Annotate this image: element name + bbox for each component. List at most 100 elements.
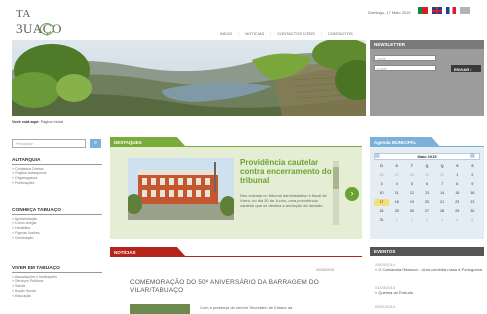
featured-title[interactable]: Providência cautelar contra encerramento…	[240, 158, 332, 185]
sidebar-section-title: AUTARQUIA	[12, 158, 102, 165]
calendar-day[interactable]: 28	[435, 208, 450, 215]
calendar-day[interactable]: 1	[450, 172, 465, 179]
next-arrow-icon[interactable]: ›	[345, 187, 359, 201]
calendar-day[interactable]: 20	[419, 199, 434, 206]
divider	[110, 256, 362, 257]
calendar-day[interactable]: 6	[465, 217, 480, 224]
newsletter-name-input[interactable]: nome	[374, 55, 436, 61]
calendar-day[interactable]: 2	[404, 217, 419, 224]
calendar-day[interactable]: 4	[435, 217, 450, 224]
sidebar-section-autarquia: AUTARQUIA » Contactos Diretos » Órgãos A…	[12, 158, 102, 186]
nav-contactos-uteis[interactable]: CONTACTOS ÚTEIS	[277, 31, 315, 36]
sidebar-link[interactable]: » Publicações	[12, 181, 102, 186]
current-date: Domingo, 17 Maio 2015	[368, 10, 411, 15]
site-logo[interactable]: TA 3UAÇO	[16, 8, 66, 36]
calendar-day[interactable]: 9	[465, 181, 480, 188]
news-body: Com a presença do senhor Secretário de E…	[200, 305, 293, 310]
scrollbar-thumb[interactable]	[333, 167, 339, 189]
calendar-day[interactable]: 1	[389, 217, 404, 224]
sidebar-section-conheca: CONHEÇA TABUAÇO » Apresentação » Como ch…	[12, 208, 102, 240]
calendar-weekday: T	[410, 164, 413, 168]
calendar-day[interactable]: 23	[465, 199, 480, 206]
calendar-grid: D S T Q Q S S 26 27 28 29 30 1 2 3 4 5 6 7 8 9 10 11 12 13 14 15 16…	[374, 163, 480, 224]
search-icon[interactable]: ⌕	[90, 139, 101, 148]
calendar-day[interactable]: 25	[389, 208, 404, 215]
calendar-prev-icon[interactable]: ▤	[375, 153, 380, 159]
calendar-day[interactable]: 26	[404, 208, 419, 215]
newsletter-submit-button[interactable]: ENVIAR ›	[451, 65, 481, 72]
newsletter-box: NEWSLETTER nome e-mail ENVIAR ›	[370, 40, 484, 116]
calendar-day[interactable]: 4	[389, 181, 404, 188]
calendar-day[interactable]: 30	[435, 172, 450, 179]
calendar-day[interactable]: 29	[419, 172, 434, 179]
calendar-weekday: Q	[425, 164, 429, 168]
news-thumbnail[interactable]	[130, 304, 190, 314]
calendar-day[interactable]: 24	[374, 208, 389, 215]
calendar-day[interactable]: 22	[450, 199, 465, 206]
calendar-day[interactable]: 19	[404, 199, 419, 206]
top-nav: INÍCIO | NOTÍCIAS | CONTACTOS ÚTEIS | CONTA…	[220, 30, 366, 36]
calendar-weekday: S	[456, 164, 459, 168]
nav-noticias[interactable]: NOTÍCIAS	[245, 31, 264, 36]
calendar-weekday: Q	[440, 164, 444, 168]
newsletter-title: NEWSLETTER	[370, 40, 484, 49]
breadcrumb: Você está aqui: Página Inicial	[12, 120, 63, 124]
sidebar-section-title: CONHEÇA TABUAÇO	[12, 208, 102, 215]
event-item[interactable]: 09/01/2014	[375, 304, 483, 309]
flag-other-icon[interactable]	[460, 7, 470, 14]
event-date: 09/01/2014	[375, 304, 396, 309]
calendar-day[interactable]: 10	[374, 190, 389, 197]
flag-fr-icon[interactable]	[446, 7, 456, 14]
calendar-day[interactable]: 21	[435, 199, 450, 206]
search-input[interactable]: Pesquisar	[12, 139, 86, 148]
nav-separator: |	[320, 30, 322, 36]
calendar-day[interactable]: 26	[374, 172, 389, 179]
calendar-day[interactable]: 28	[404, 172, 419, 179]
newsletter-email-input[interactable]: e-mail	[374, 65, 436, 71]
newsletter-submit-label: ENVIAR	[454, 66, 470, 72]
calendar-day[interactable]: 12	[404, 190, 419, 197]
calendar-day[interactable]: 17	[374, 199, 390, 206]
breadcrumb-page[interactable]: Página Inicial	[41, 120, 64, 124]
calendar-day[interactable]: 3	[374, 181, 389, 188]
calendar-day[interactable]: 11	[389, 190, 404, 197]
calendar-day[interactable]: 27	[389, 172, 404, 179]
calendar-day[interactable]: 5	[404, 181, 419, 188]
flag-pt-icon[interactable]	[418, 7, 428, 14]
calendar-day[interactable]: 15	[450, 190, 465, 197]
events-title: EVENTOS	[370, 247, 484, 256]
event-item[interactable]: 29/03/2014 » O Camarada Hitasson - Uma c…	[375, 262, 483, 272]
calendar-day[interactable]: 2	[465, 172, 480, 179]
calendar-day[interactable]: 7	[435, 181, 450, 188]
calendar-day[interactable]: 6	[419, 181, 434, 188]
featured-scrollbar[interactable]	[333, 161, 339, 225]
flag-uk-icon[interactable]	[432, 7, 442, 14]
event-text[interactable]: » Queima do Entrudo	[375, 290, 483, 295]
calendar-next-icon[interactable]: ▤	[470, 153, 475, 159]
calendar-month: Maio 2015	[374, 153, 480, 160]
calendar-day[interactable]: 3	[419, 217, 434, 224]
calendar-day[interactable]: 30	[465, 208, 480, 215]
event-item[interactable]: 01/03/2014 » Queima do Entrudo	[375, 285, 483, 295]
event-text[interactable]: » O Camarada Hitasson - Uma comédia russ…	[375, 267, 483, 272]
calendar-day[interactable]: 31	[374, 217, 389, 224]
calendar-day[interactable]: 16	[465, 190, 480, 197]
sidebar-link[interactable]: » Geminação	[12, 236, 102, 241]
featured-image[interactable]	[128, 158, 234, 220]
featured-body: Deu entrada no tribunal administrativo e…	[240, 193, 327, 209]
sidebar-link[interactable]: » Educação	[12, 294, 102, 299]
calendar-day[interactable]: 18	[389, 199, 404, 206]
nav-inicio[interactable]: INÍCIO	[220, 31, 232, 36]
nav-contactos[interactable]: CONTACTOS	[328, 31, 353, 36]
calendar-weekday: D	[380, 164, 383, 168]
sidebar-section-viver: VIVER EM TABUAÇO » Associações e Institu…	[12, 266, 102, 298]
breadcrumb-prefix: Você está aqui:	[12, 120, 40, 124]
calendar-day[interactable]: 29	[450, 208, 465, 215]
calendar-day[interactable]: 27	[419, 208, 434, 215]
calendar-day[interactable]: 13	[419, 190, 434, 197]
calendar-day[interactable]: 8	[450, 181, 465, 188]
calendar-day[interactable]: 14	[435, 190, 450, 197]
nav-separator: |	[238, 30, 240, 36]
calendar-day[interactable]: 5	[450, 217, 465, 224]
news-title[interactable]: COMEMORAÇÃO DO 50º ANIVERSÁRIO DA BARRAG…	[130, 279, 340, 295]
